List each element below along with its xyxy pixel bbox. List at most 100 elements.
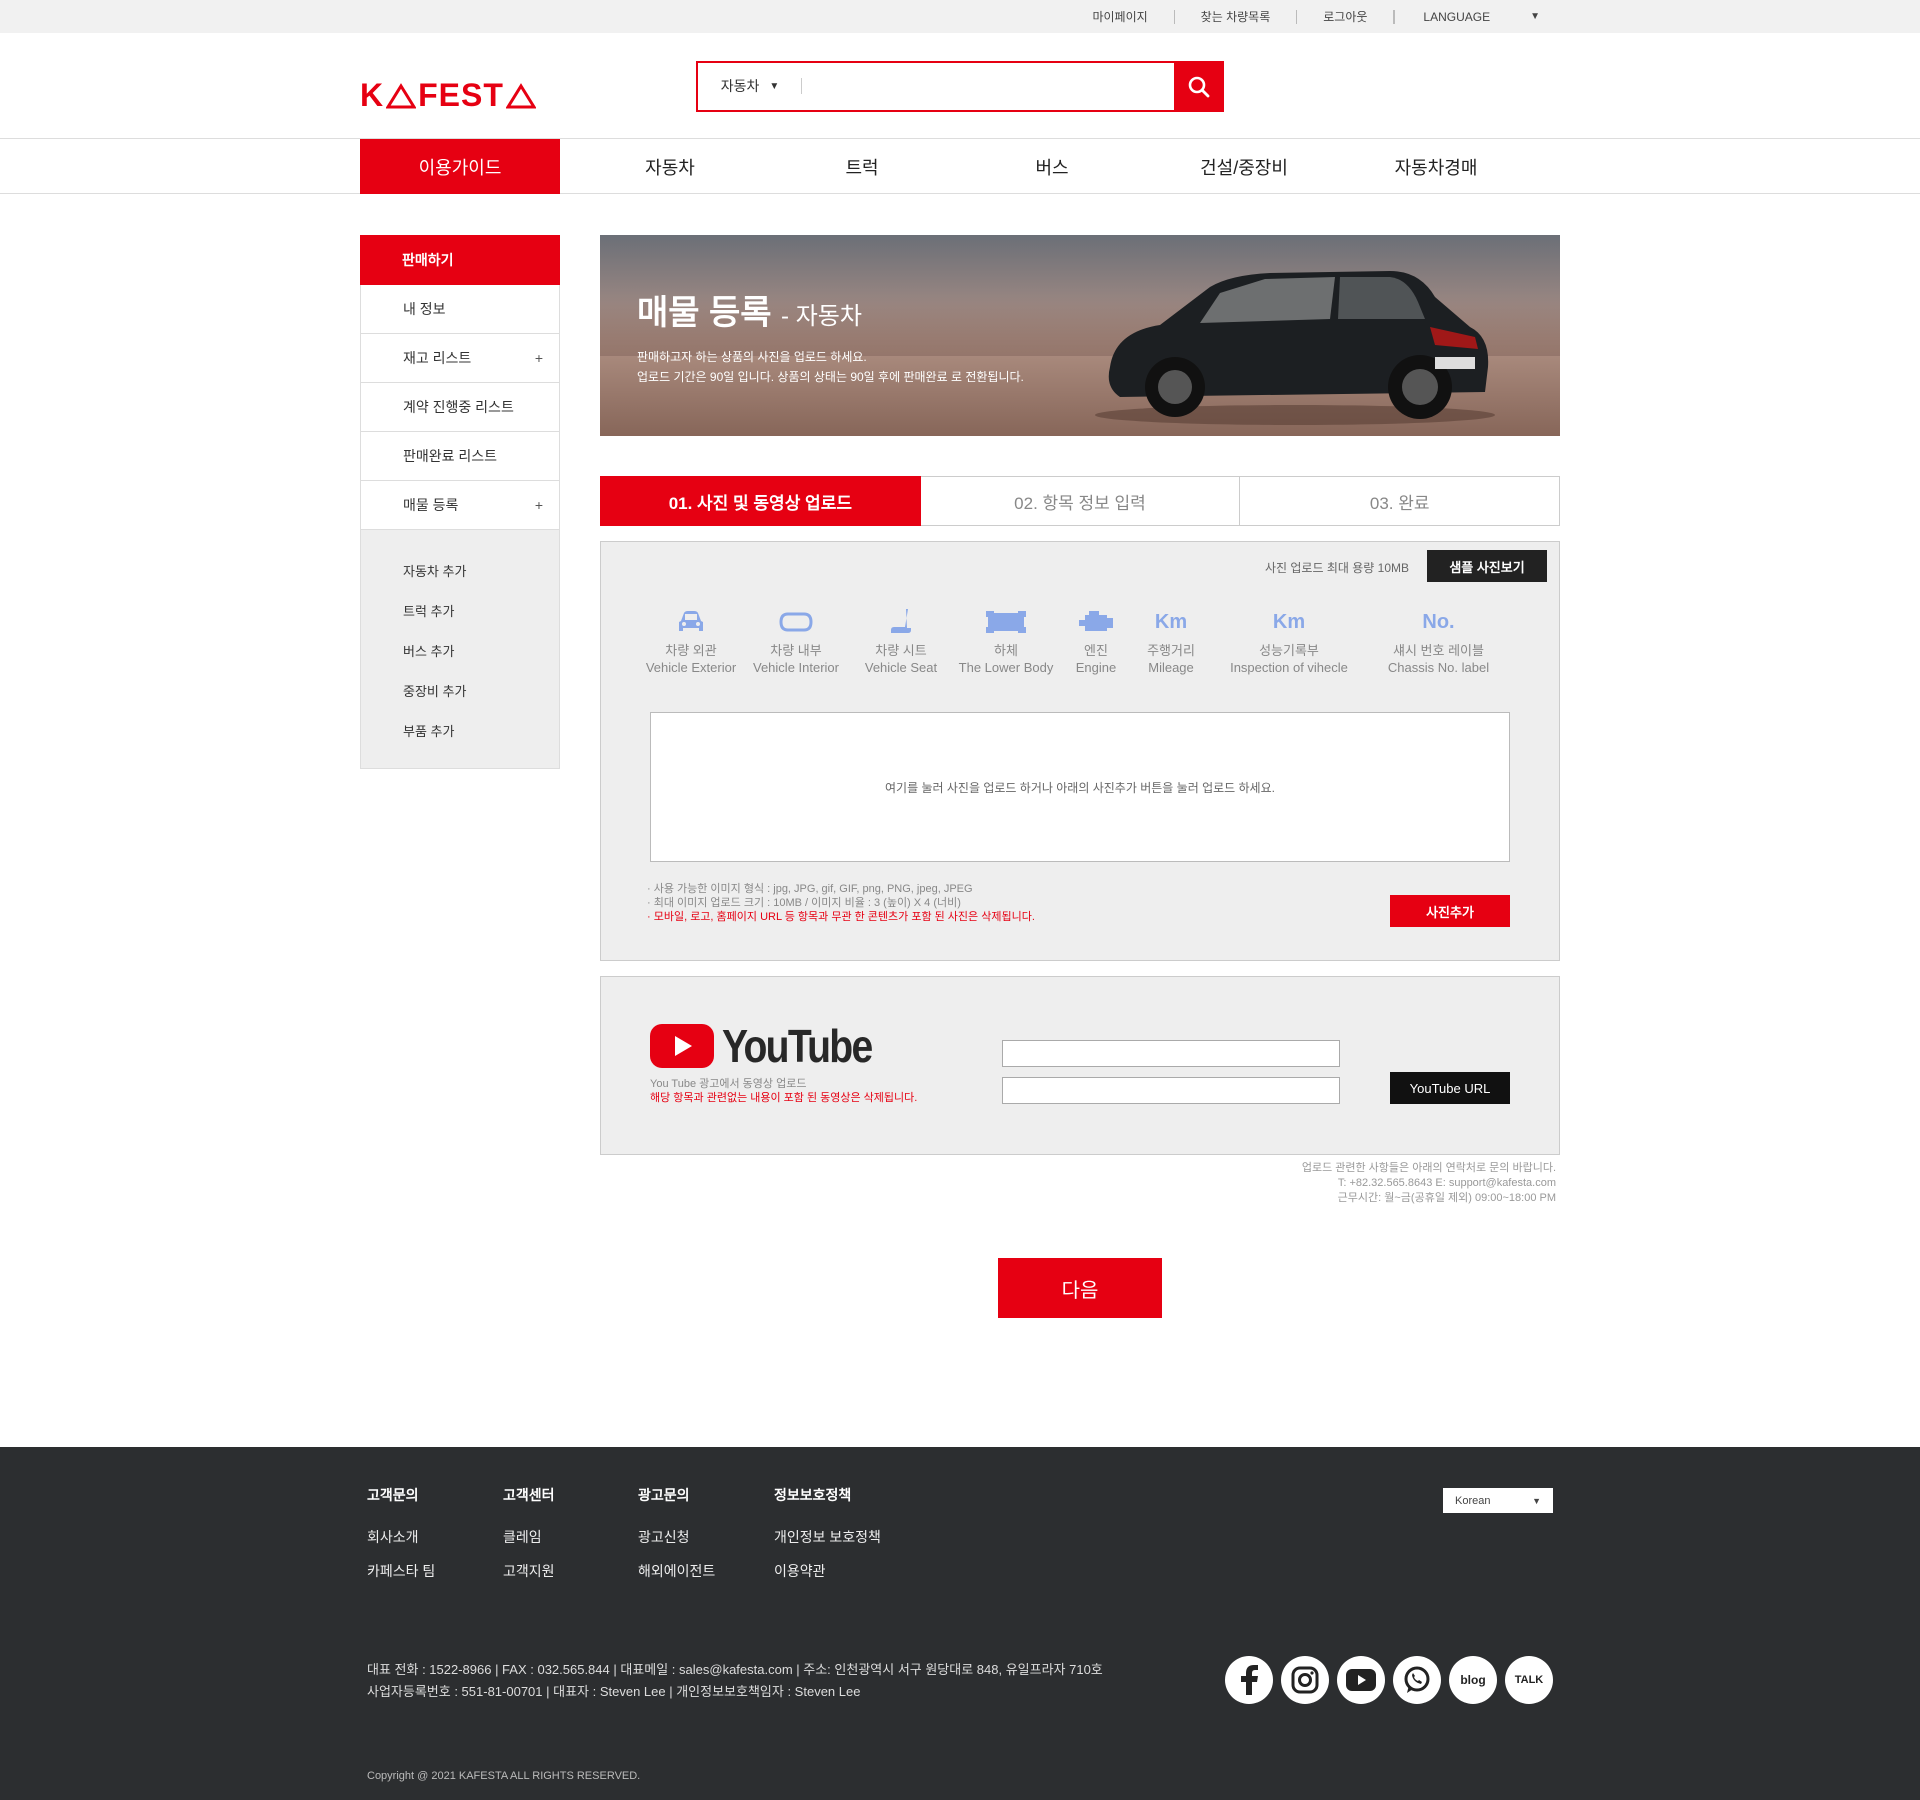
nav-item-car[interactable]: 자동차 <box>600 139 740 194</box>
chevron-down-icon: ▼ <box>769 81 780 92</box>
category-seat[interactable]: 차량 시트 Vehicle Seat <box>851 602 951 676</box>
nav-item-construction[interactable]: 건설/중장비 <box>1174 139 1314 194</box>
contact-line: 업로드 관련한 사항들은 아래의 연락처로 문의 바랍니다. <box>1301 1162 1556 1174</box>
instagram-icon[interactable] <box>1281 1656 1329 1704</box>
max-size-note: 사진 업로드 최대 용량 10MB <box>1264 561 1409 575</box>
step-3-complete[interactable]: 03. 완료 <box>1240 476 1561 526</box>
wishlist-link[interactable]: 찾는 차량목록 <box>1175 9 1298 24</box>
footer-link[interactable]: 카페스타 팀 <box>367 1561 435 1581</box>
logout-link[interactable]: 로그아웃 <box>1297 9 1395 24</box>
sidebar-sub-add-bus[interactable]: 버스 추가 <box>361 630 559 670</box>
search-input[interactable] <box>802 63 1174 110</box>
category-lower-body[interactable]: 하체 The Lower Body <box>951 602 1061 676</box>
sidebar-sub-add-truck[interactable]: 트럭 추가 <box>361 590 559 630</box>
category-label-en: Mileage <box>1148 660 1194 675</box>
banner-title-main: 매물 등록 <box>637 294 772 332</box>
sidebar-sub-add-heavy[interactable]: 중장비 추가 <box>361 670 559 710</box>
search-button[interactable] <box>1174 61 1224 112</box>
mypage-link[interactable]: 마이페이지 <box>1066 9 1175 24</box>
banner-description: 판매하고자 하는 상품의 사진을 업로드 하세요. 업로드 기간은 90일 입니… <box>637 347 1024 387</box>
sidebar-item-my-info[interactable]: 내 정보 <box>360 285 560 334</box>
category-mileage[interactable]: Km 주행거리 Mileage <box>1136 602 1206 676</box>
footer-link[interactable]: 회사소개 <box>367 1527 435 1547</box>
footer-col-support: 고객센터 클레임 고객지원 <box>503 1485 555 1595</box>
sidebar-submenu: 자동차 추가 트럭 추가 버스 추가 중장비 추가 부품 추가 <box>360 530 560 769</box>
sidebar-sub-add-car[interactable]: 자동차 추가 <box>361 550 559 590</box>
sidebar-head-sell[interactable]: 판매하기 <box>360 235 560 285</box>
blog-icon[interactable]: blog <box>1449 1656 1497 1704</box>
search-category-select[interactable]: 자동차 ▼ <box>698 63 802 110</box>
category-label-ko: 섀시 번호 레이블 <box>1393 643 1484 658</box>
nav-item-truck[interactable]: 트럭 <box>792 139 932 194</box>
youtube-icon[interactable] <box>1337 1656 1385 1704</box>
kakao-talk-icon[interactable]: TALK <box>1505 1656 1553 1704</box>
sidebar-item-contracts[interactable]: 계약 진행중 리스트 <box>360 383 560 432</box>
category-exterior[interactable]: 차량 외관 Vehicle Exterior <box>641 602 741 676</box>
footer-col-ads: 광고문의 광고신청 해외에이전트 <box>638 1485 715 1595</box>
footer-link[interactable]: 해외에이전트 <box>638 1561 715 1581</box>
chassis-icon <box>986 611 1026 633</box>
footer-link[interactable]: 개인정보 보호정책 <box>774 1527 881 1547</box>
sidebar-item-label: 매물 등록 <box>403 497 459 513</box>
footer-link[interactable]: 이용약관 <box>774 1561 881 1581</box>
youtube-url-input-2[interactable] <box>1002 1077 1340 1104</box>
category-interior[interactable]: 차량 내부 Vehicle Interior <box>746 602 846 676</box>
plus-icon[interactable]: + <box>535 350 543 366</box>
banner-title: 매물 등록 - 자동차 <box>637 285 862 334</box>
chevron-down-icon: ▼ <box>1530 10 1540 22</box>
upload-notes: · 사용 가능한 이미지 형식 : jpg, JPG, gif, GIF, pn… <box>647 882 1035 924</box>
km-icon: Km <box>1272 610 1306 633</box>
sidebar-item-label: 내 정보 <box>403 301 446 317</box>
category-label-ko: 차량 내부 <box>770 643 822 658</box>
category-label-ko: 성능기록부 <box>1259 643 1319 658</box>
main-nav: 이용가이드 자동차 트럭 버스 건설/중장비 자동차경매 <box>0 139 1920 194</box>
youtube-upload-panel: YouTube You Tube 광고에서 동영상 업로드 해당 항목과 관련없… <box>600 976 1560 1155</box>
category-inspection[interactable]: Km 성능기록부 Inspection of vihecle <box>1219 602 1359 676</box>
photo-categories: 차량 외관 Vehicle Exterior 차량 내부 Vehicle Int… <box>641 602 1521 682</box>
footer-col-heading: 광고문의 <box>638 1487 690 1503</box>
language-value: Korean <box>1455 1494 1491 1507</box>
whatsapp-icon[interactable] <box>1393 1656 1441 1704</box>
sample-photos-button[interactable]: 샘플 사진보기 <box>1427 550 1547 582</box>
youtube-url-button[interactable]: YouTube URL <box>1390 1072 1510 1104</box>
youtube-logo: YouTube <box>650 1019 898 1073</box>
nav-item-auction[interactable]: 자동차경매 <box>1366 139 1506 194</box>
next-button[interactable]: 다음 <box>998 1258 1162 1318</box>
language-label: LANGUAGE <box>1423 9 1491 24</box>
contact-line: 근무시간: 월~금(공휴일 제외) 09:00~18:00 PM <box>1337 1192 1556 1204</box>
footer-link[interactable]: 광고신청 <box>638 1527 715 1547</box>
category-engine[interactable]: 엔진 Engine <box>1061 602 1131 676</box>
facebook-icon[interactable] <box>1225 1656 1273 1704</box>
sidebar-sub-add-parts[interactable]: 부품 추가 <box>361 710 559 750</box>
chevron-down-icon: ▼ <box>1532 1495 1541 1506</box>
language-selector[interactable]: LANGUAGE ▼ <box>1394 9 1540 24</box>
logo-triangle-icon <box>386 82 417 108</box>
photo-dropzone[interactable]: 여기를 눌러 사진을 업로드 하거나 아래의 사진추가 버튼을 눌러 업로드 하… <box>650 712 1510 862</box>
add-photo-button[interactable]: 사진추가 <box>1390 895 1510 927</box>
footer-link[interactable]: 클레임 <box>503 1527 555 1547</box>
footer-link[interactable]: 고객지원 <box>503 1561 555 1581</box>
sidebar-item-register[interactable]: 매물 등록 + <box>360 481 560 530</box>
kafesta-logo[interactable]: K FEST <box>360 77 538 114</box>
category-chassis-label[interactable]: No. 섀시 번호 레이블 Chassis No. label <box>1376 602 1501 676</box>
search-category-value: 자동차 <box>720 78 760 94</box>
nav-item-guide[interactable]: 이용가이드 <box>360 139 560 194</box>
step-2-info[interactable]: 02. 항목 정보 입력 <box>920 476 1241 526</box>
chassis-number-icon: No. <box>1422 610 1455 633</box>
step-1-upload[interactable]: 01. 사진 및 동영상 업로드 <box>600 476 921 526</box>
footer-company-info: 대표 전화 : 1522-8966 | FAX : 032.565.844 | … <box>367 1659 1103 1703</box>
footer-copyright: Copyright @ 2021 KAFESTA ALL RIGHTS RESE… <box>367 1770 641 1782</box>
nav-item-bus[interactable]: 버스 <box>982 139 1122 194</box>
plus-icon[interactable]: + <box>535 497 543 513</box>
sidebar-item-inventory[interactable]: 재고 리스트 + <box>360 334 560 383</box>
footer-language-select[interactable]: Korean ▼ <box>1443 1488 1553 1513</box>
category-label-en: Engine <box>1075 660 1117 675</box>
logo-word: FEST <box>418 77 504 113</box>
category-label-en: Vehicle Seat <box>864 660 938 675</box>
car-image <box>1095 271 1495 425</box>
sidebar-item-sold[interactable]: 판매완료 리스트 <box>360 432 560 481</box>
engine-icon <box>1079 611 1113 631</box>
category-label-ko: 차량 외관 <box>665 643 717 658</box>
youtube-url-input-1[interactable] <box>1002 1040 1340 1067</box>
footer-col-privacy: 정보보호정책 개인정보 보호정책 이용약관 <box>774 1485 881 1595</box>
